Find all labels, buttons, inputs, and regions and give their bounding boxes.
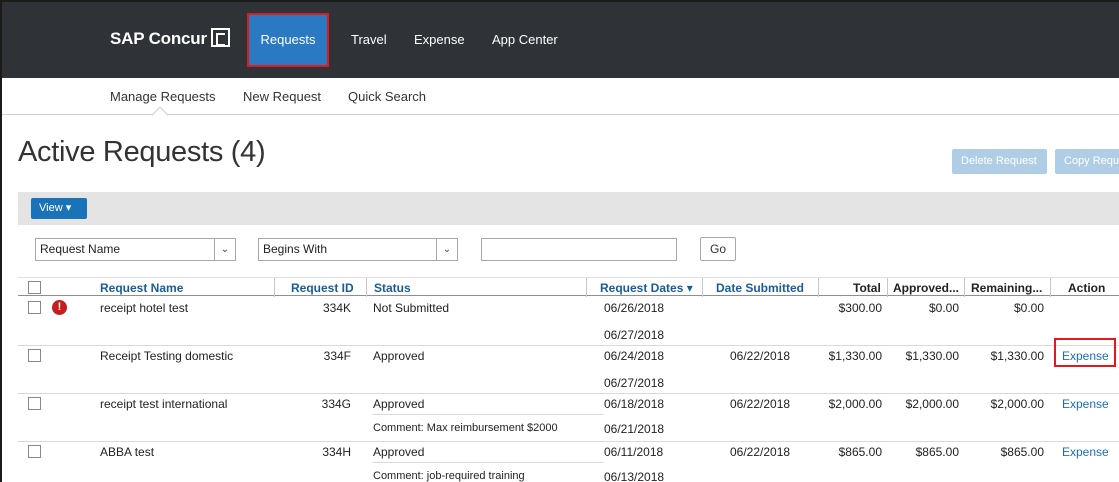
cell-comment: Comment: Max reimbursement $2000 [373,422,558,434]
header-action: Action [1068,281,1106,295]
cell-request-id: 334F [323,349,351,363]
cell-request-name[interactable]: Receipt Testing domestic [100,349,233,363]
table-row[interactable]: ! receipt hotel test 334K Not Submitted … [18,298,1119,346]
go-button[interactable]: Go [700,237,736,261]
cell-status: Approved [373,349,425,363]
logo-text: SAP Concur [110,29,207,48]
table-row[interactable]: Receipt Testing domestic 334F Approved 0… [18,346,1119,394]
header-request-dates[interactable]: Request Dates ▾ [600,281,693,295]
expense-link[interactable]: Expense [1062,397,1109,411]
copy-request-button[interactable]: Copy Requ [1055,149,1119,174]
comment-divider [373,462,603,463]
cell-request-id: 334K [322,301,351,315]
cell-comment: Comment: job-required training [373,470,525,482]
view-dropdown-button[interactable]: View ▾ [31,198,87,219]
column-divider [818,278,819,297]
sap-concur-logo[interactable]: SAP Concur [110,28,230,49]
cell-remaining: $0.00 [1013,301,1044,315]
nav-expense[interactable]: Expense [414,2,465,78]
header-request-name[interactable]: Request Name [100,281,183,295]
nav-requests-label: Requests [260,32,316,47]
filter-search-input[interactable] [481,238,677,261]
cell-total: $1,330.00 [828,349,882,363]
cell-remaining: $2,000.00 [990,397,1044,411]
filter-operator-value: Begins With [263,242,328,256]
cell-date-end: 06/13/2018 [604,470,665,482]
cell-request-id: 334G [321,397,351,411]
header-approved[interactable]: Approved... [893,281,959,295]
column-divider [274,278,275,297]
app-frame: SAP Concur Requests Travel Expense App C… [0,0,1119,482]
row-checkbox[interactable] [28,349,41,362]
cell-remaining: $865.00 [1000,445,1044,459]
cell-total: $300.00 [838,301,882,315]
cell-date-start: 06/18/2018 [604,397,665,411]
cell-request-name[interactable]: receipt hotel test [100,301,188,315]
cell-total: $865.00 [838,445,882,459]
warning-icon: ! [52,300,67,315]
cell-remaining: $1,330.00 [990,349,1044,363]
filter-operator-select[interactable]: Begins With ⌄ [258,238,458,261]
table-header: Request Name Request ID Status Request D… [18,277,1119,297]
cell-approved: $865.00 [915,445,959,459]
cell-status: Approved [373,397,425,411]
select-all-checkbox[interactable] [28,281,41,294]
cell-approved: $0.00 [928,301,959,315]
nav-requests[interactable]: Requests [244,2,332,78]
expense-link[interactable]: Expense [1062,445,1109,459]
filter-field-select[interactable]: Request Name ⌄ [35,238,236,261]
row-checkbox[interactable] [28,445,41,458]
column-divider [887,278,888,297]
cell-date-start: 06/24/2018 [604,349,665,363]
cell-approved: $2,000.00 [905,397,959,411]
header-total[interactable]: Total [853,281,881,295]
nav-app-center[interactable]: App Center [492,2,558,78]
column-divider [366,278,367,297]
cell-date-submitted: 06/22/2018 [730,445,791,459]
cell-date-submitted: 06/22/2018 [730,397,791,411]
subnav-manage-requests[interactable]: Manage Requests [110,89,216,104]
table-toolbar: View ▾ [18,192,1119,225]
column-divider [1050,278,1051,297]
table-row[interactable]: ABBA test 334H Approved Comment: job-req… [18,442,1119,482]
chevron-down-icon: ⌄ [436,239,457,260]
cell-status: Approved [373,445,425,459]
header-status[interactable]: Status [374,281,411,295]
nav-travel[interactable]: Travel [351,2,387,78]
cell-approved: $1,330.00 [905,349,959,363]
cell-request-name[interactable]: receipt test international [100,397,227,411]
cell-date-end: 06/27/2018 [604,376,665,390]
header-remaining[interactable]: Remaining... [971,281,1042,295]
column-divider [964,278,965,297]
top-navigation: SAP Concur Requests Travel Expense App C… [2,2,1119,78]
subnav-new-request[interactable]: New Request [243,89,321,104]
row-checkbox[interactable] [28,301,41,314]
cell-date-end: 06/21/2018 [604,422,665,436]
header-request-id[interactable]: Request ID [291,281,354,295]
comment-divider [373,414,603,415]
header-date-submitted[interactable]: Date Submitted [716,281,804,295]
subnav-quick-search[interactable]: Quick Search [348,89,426,104]
cell-date-start: 06/26/2018 [604,301,665,315]
chevron-down-icon: ⌄ [214,239,235,260]
row-checkbox[interactable] [28,397,41,410]
cell-date-start: 06/11/2018 [604,445,664,459]
cell-status: Not Submitted [373,301,450,315]
delete-request-button[interactable]: Delete Request [952,149,1047,174]
column-divider [586,278,587,297]
cell-total: $2,000.00 [828,397,882,411]
table-row[interactable]: receipt test international 334G Approved… [18,394,1119,442]
column-divider [702,278,703,297]
concur-logo-icon [210,28,230,47]
filter-field-value: Request Name [40,242,121,256]
cell-date-end: 06/27/2018 [604,328,665,342]
sub-navigation: Manage Requests New Request Quick Search [2,78,1119,115]
expense-link-highlight [1054,338,1116,367]
cell-date-submitted: 06/22/2018 [730,349,791,363]
cell-request-id: 334H [322,445,351,459]
cell-request-name[interactable]: ABBA test [100,445,154,459]
page-title: Active Requests (4) [18,136,266,168]
